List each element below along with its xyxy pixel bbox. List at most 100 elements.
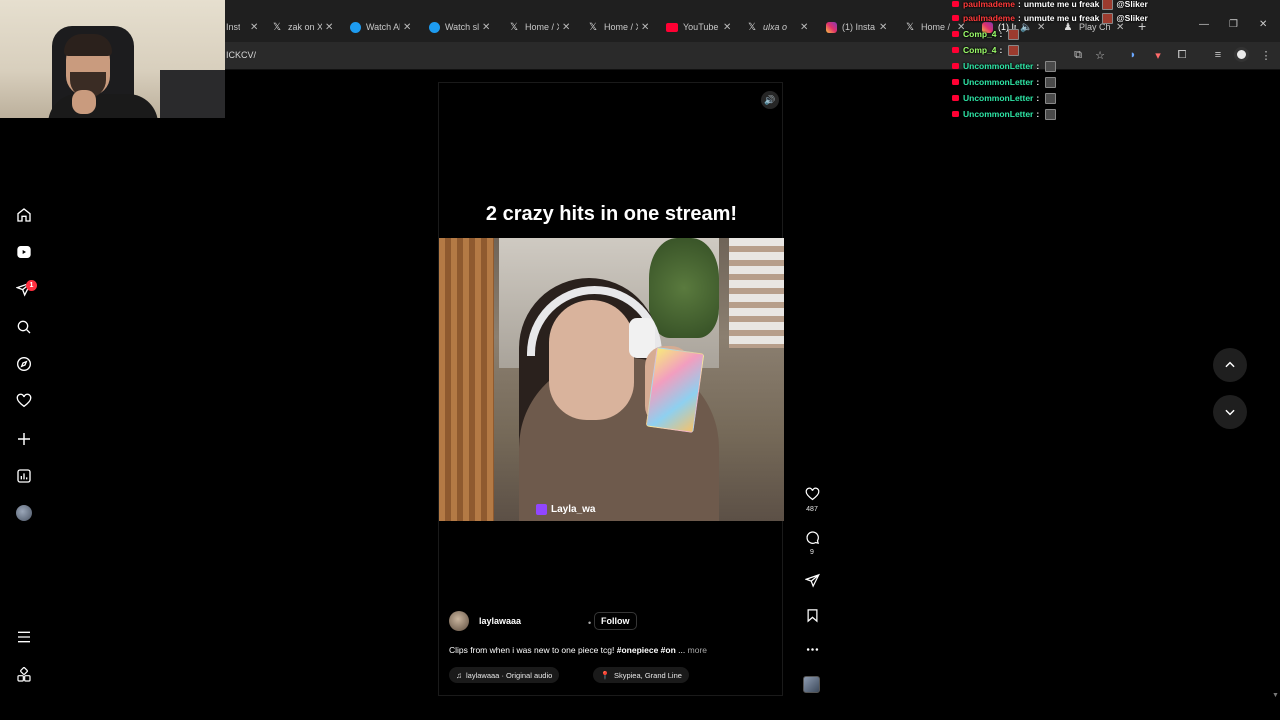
browser-tab[interactable]: 𝕏 ulxa o ✕: [746, 17, 814, 37]
browser-menu-icon[interactable]: ⋮: [1258, 47, 1274, 63]
video-twitch-tag: Layla_wa: [536, 504, 595, 515]
browser-tab[interactable]: (1) Insta ✕: [825, 17, 893, 37]
share-send-icon[interactable]: [803, 571, 821, 589]
location-pill[interactable]: 📍 Skypiea, Grand Line: [593, 667, 689, 683]
home-icon[interactable]: [14, 205, 34, 225]
restore-icon[interactable]: ❐: [1229, 19, 1238, 30]
x-logo-icon: 𝕏: [747, 21, 757, 33]
install-app-icon[interactable]: ⧉: [1070, 47, 1086, 63]
youtube-icon: [952, 79, 959, 85]
profile-avatar[interactable]: [14, 503, 34, 523]
audio-label: laylawaaa · Original audio: [466, 670, 553, 680]
close-tab-icon[interactable]: ✕: [325, 22, 333, 33]
browser-tab[interactable]: Watch Al ✕: [349, 17, 417, 37]
next-reel-button[interactable]: [1213, 395, 1247, 429]
close-tab-icon[interactable]: ✕: [403, 22, 411, 33]
browser-tab[interactable]: 𝕏 zak on X ✕: [271, 17, 339, 37]
tab-title: Home / X: [921, 22, 951, 32]
search-icon[interactable]: [14, 317, 34, 337]
close-window-icon[interactable]: ✕: [1259, 19, 1267, 30]
follow-button[interactable]: Follow: [594, 612, 637, 630]
extensions-puzzle-icon[interactable]: ⧠: [1174, 47, 1190, 63]
chat-message: Comp_4:: [952, 43, 1022, 57]
youtube-icon: [952, 47, 959, 53]
youtube-icon: [952, 111, 959, 117]
comment-icon[interactable]: [803, 528, 821, 546]
close-tab-icon[interactable]: ✕: [482, 22, 490, 33]
media-control-icon[interactable]: ≡: [1210, 47, 1226, 63]
like-heart-icon[interactable]: [803, 485, 821, 503]
caption-text: Clips from when i was new to one piece t…: [449, 645, 615, 655]
previous-reel-button[interactable]: [1213, 348, 1247, 382]
chat-emote: [1102, 12, 1114, 24]
audio-pill[interactable]: ♫ laylawaaa · Original audio: [449, 667, 560, 683]
chat-username: Comp_4: [963, 45, 997, 55]
caption-hashtags[interactable]: #onepiece #on: [617, 645, 676, 655]
reel-overlay-title: 2 crazy hits in one stream!: [485, 203, 738, 225]
webcam-person-hair: [64, 34, 112, 56]
browser-tab[interactable]: YouTube ✕: [666, 17, 736, 37]
browser-tab[interactable]: 𝕏 Home / X ✕: [508, 17, 576, 37]
video-shelf: [729, 238, 784, 348]
x-logo-icon: 𝕏: [509, 21, 519, 33]
webcam-equipment: [160, 70, 225, 118]
x-logo-icon: 𝕏: [588, 21, 598, 33]
chat-message: UncommonLetter:: [952, 75, 1059, 89]
speaker-icon[interactable]: 🔊: [761, 91, 779, 109]
chat-username: UncommonLetter: [963, 61, 1034, 71]
chat-separator: :: [1036, 109, 1040, 119]
extension-icon[interactable]: ◗: [1125, 47, 1141, 63]
more-options-icon[interactable]: [803, 640, 821, 658]
reels-icon[interactable]: [14, 242, 34, 262]
tab-title: Watch Al: [366, 22, 400, 32]
chat-mention: @Sliker: [1116, 0, 1148, 9]
close-tab-icon[interactable]: ✕: [250, 22, 258, 33]
audio-thumbnail[interactable]: [803, 676, 820, 693]
browser-tab[interactable]: Watch sl ✕: [428, 17, 496, 37]
scroll-down-arrow-icon[interactable]: ▼: [1272, 692, 1279, 699]
browser-profile-avatar[interactable]: [1234, 47, 1249, 62]
instagram-icon: [825, 21, 837, 33]
menu-icon[interactable]: [14, 627, 34, 647]
streamer-webcam-overlay: [0, 0, 225, 118]
heart-icon[interactable]: [14, 391, 34, 411]
close-tab-icon[interactable]: ✕: [879, 22, 887, 33]
close-tab-icon[interactable]: ✕: [723, 22, 731, 33]
chat-separator: :: [1017, 13, 1021, 23]
author-username[interactable]: laylawaaa: [479, 616, 521, 626]
chat-emote: [1045, 60, 1057, 72]
chart-icon[interactable]: [14, 466, 34, 486]
chat-message: paulmademe: unmute me u freak @Sliker: [952, 11, 1148, 25]
chat-emote: [1008, 44, 1020, 56]
music-note-icon: ♫: [456, 670, 462, 680]
chat-separator: :: [1017, 0, 1021, 9]
webcam-person-hand: [72, 90, 96, 114]
chat-username: paulmademe: [963, 13, 1015, 23]
tab-title: Home / X: [604, 22, 638, 32]
youtube-icon: [952, 31, 959, 37]
author-avatar[interactable]: [449, 611, 469, 631]
plus-icon[interactable]: [14, 429, 34, 449]
bookmark-star-icon[interactable]: ☆: [1092, 47, 1108, 63]
youtube-icon: [666, 21, 678, 33]
chat-emote: [1045, 92, 1057, 104]
twitch-username: Layla_wa: [551, 504, 596, 515]
close-tab-icon[interactable]: ✕: [800, 22, 808, 33]
browser-tab[interactable]: Insta ✕: [226, 17, 266, 37]
more-link[interactable]: more: [688, 645, 707, 655]
chat-message: Comp_4:: [952, 27, 1022, 41]
reel-video[interactable]: Layla_wa: [439, 238, 784, 521]
grid-icon[interactable]: [14, 665, 34, 685]
close-tab-icon[interactable]: ✕: [562, 22, 570, 33]
reel-card[interactable]: 🔊 2 crazy hits in one stream! Layla_wa l…: [438, 82, 784, 696]
x-logo-icon: 𝕏: [905, 21, 915, 33]
save-bookmark-icon[interactable]: [803, 606, 821, 624]
compass-icon[interactable]: [14, 354, 34, 374]
chat-username: Comp_4: [963, 29, 997, 39]
chat-separator: :: [999, 29, 1003, 39]
browser-tab[interactable]: 𝕏 Home / X ✕: [587, 17, 655, 37]
url-text[interactable]: ICKCV/: [226, 50, 256, 60]
extension-icon[interactable]: ▾: [1150, 47, 1166, 63]
minimize-icon[interactable]: —: [1199, 19, 1209, 30]
close-tab-icon[interactable]: ✕: [641, 22, 649, 33]
